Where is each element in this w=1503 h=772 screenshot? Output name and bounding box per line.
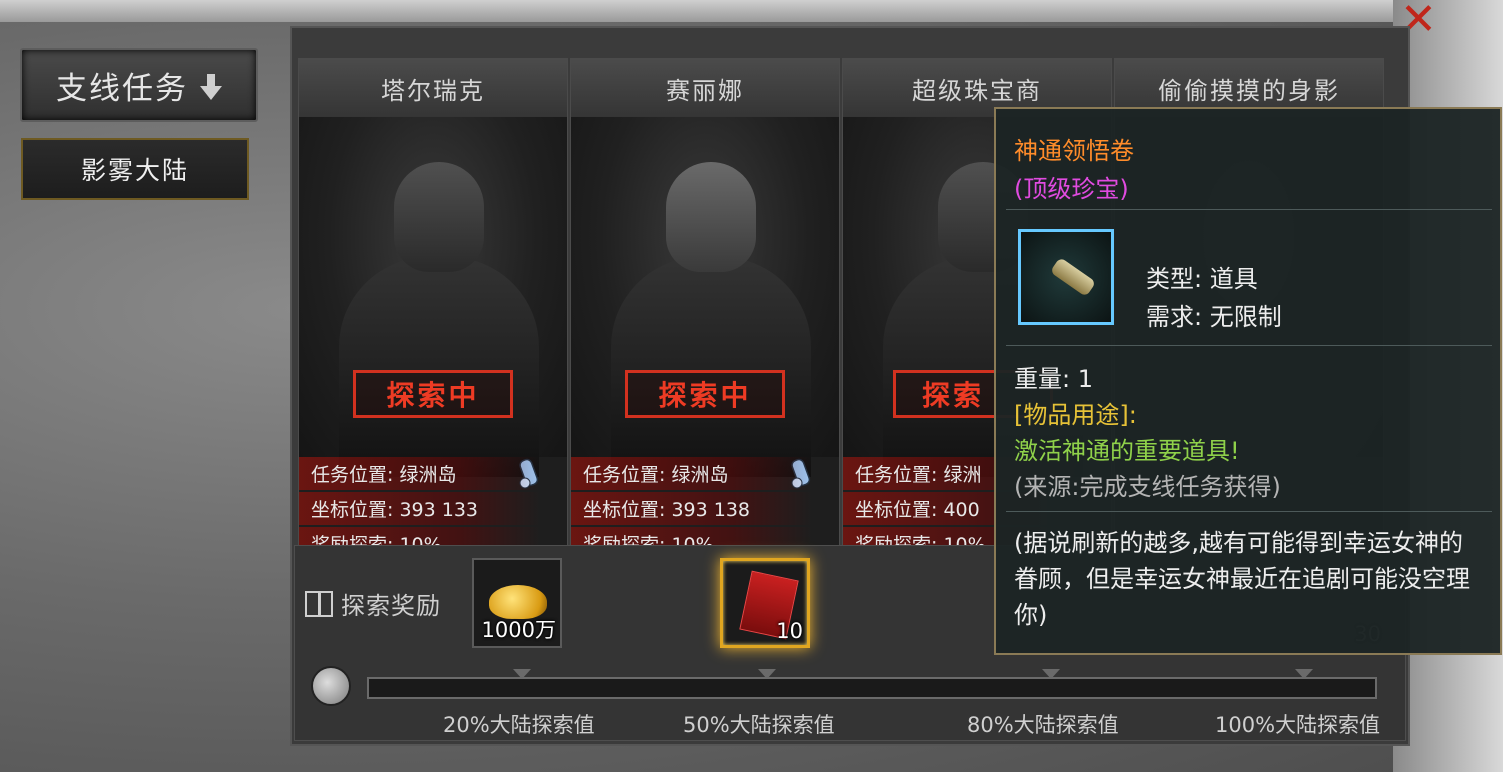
milestone-label: 80%大陆探索值	[967, 713, 1119, 737]
scroll-item-icon	[1049, 257, 1097, 297]
item-requirement: 需求: 无限制	[1146, 303, 1282, 331]
quest-coordinates: 坐标位置: 393 133	[299, 492, 567, 525]
divider	[1006, 345, 1492, 346]
reward-count: 10	[776, 619, 803, 643]
milestone-label: 100%大陆探索值	[1215, 713, 1381, 737]
reward-slot[interactable]: 10	[720, 558, 810, 648]
divider	[1006, 511, 1492, 512]
npc-figure-body	[611, 257, 811, 477]
sidebar-header[interactable]: 支线任务	[20, 48, 258, 122]
sidebar-header-label: 支线任务	[56, 70, 188, 107]
item-usage: 激活神通的重要道具!	[1014, 437, 1240, 465]
exploration-progress-bar	[367, 677, 1377, 699]
milestone-notch	[1042, 669, 1060, 679]
quest-location: 任务位置: 绿洲岛	[571, 457, 839, 490]
item-usage-header: [物品用途]:	[1014, 401, 1137, 429]
npc-figure-head	[666, 162, 756, 272]
quest-location: 任务位置: 绿洲岛	[299, 457, 567, 490]
rewards-label: 探索奖励	[305, 586, 441, 621]
milestone-label: 50%大陆探索值	[683, 713, 835, 737]
item-type: 类型: 道具	[1146, 265, 1258, 293]
item-grade: (顶级珍宝)	[1014, 175, 1129, 203]
globe-icon	[311, 666, 351, 706]
milestone-notch	[1295, 669, 1313, 679]
item-flavor-text: (据说刷新的越多,越有可能得到幸运女神的眷顾，但是幸运女神最近在追剧可能没空理你…	[1014, 529, 1470, 629]
quest-coordinates: 坐标位置: 393 138	[571, 492, 839, 525]
reward-slot[interactable]: 1000万	[472, 558, 562, 648]
npc-figure-body	[339, 257, 539, 477]
item-icon	[1018, 229, 1114, 325]
quest-card-title: 赛丽娜	[571, 59, 839, 118]
rewards-label-text: 探索奖励	[341, 592, 441, 620]
milestone-notch	[758, 669, 776, 679]
gift-icon	[305, 590, 333, 617]
status-badge: 探索中	[353, 370, 513, 418]
item-name: 神通领悟卷	[1014, 137, 1134, 165]
npc-figure-head	[394, 162, 484, 272]
milestone-label: 20%大陆探索值	[443, 713, 595, 737]
reward-count: 1000万	[481, 618, 556, 642]
arrow-down-icon	[200, 74, 222, 100]
item-tooltip: 神通领悟卷 (顶级珍宝) 类型: 道具 需求: 无限制 重量: 1 [物品用途]…	[994, 107, 1502, 655]
divider	[1006, 209, 1492, 210]
milestone-notch	[513, 669, 531, 679]
quest-card-title: 塔尔瑞克	[299, 59, 567, 118]
quest-card[interactable]: 塔尔瑞克 探索中 任务位置: 绿洲岛 坐标位置: 393 133 奖励探索: 1…	[298, 58, 568, 568]
item-source: (来源:完成支线任务获得)	[1014, 473, 1281, 501]
item-weight: 重量: 1	[1014, 365, 1093, 393]
quest-card[interactable]: 赛丽娜 探索中 任务位置: 绿洲岛 坐标位置: 393 138 奖励探索: 10…	[570, 58, 840, 568]
top-strip	[0, 0, 1503, 22]
status-badge: 探索中	[625, 370, 785, 418]
sidebar-item-region[interactable]: 影雾大陆	[21, 138, 249, 200]
